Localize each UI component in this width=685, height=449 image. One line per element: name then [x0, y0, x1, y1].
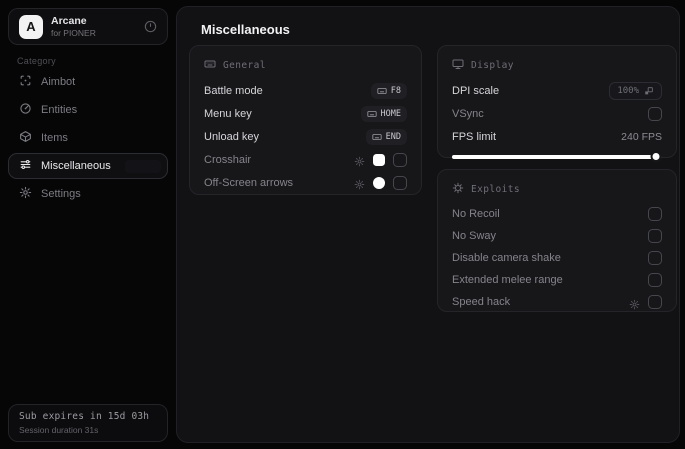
vsync-checkbox[interactable] [648, 106, 662, 121]
keyboard-icon [204, 58, 216, 73]
setting-label: Disable camera shake [452, 252, 561, 264]
panel-title: General [223, 59, 266, 71]
sidebar-item-aimbot[interactable]: Aimbot [8, 69, 168, 95]
sidebar-item-label: Miscellaneous [41, 160, 111, 172]
sidebar-nav: Aimbot Entities Items Miscellaneous Sett… [8, 69, 168, 209]
speed-hack-checkbox[interactable] [648, 295, 662, 309]
sidebar-item-label: Items [41, 132, 68, 144]
extended-melee-range-checkbox[interactable] [648, 273, 662, 287]
setting-row-unload-key: Unload key END [204, 125, 407, 148]
page-title: Miscellaneous [201, 22, 290, 37]
keybind-button[interactable]: HOME [360, 105, 407, 122]
keybind-button[interactable]: END [365, 128, 407, 145]
no-recoil-checkbox[interactable] [648, 207, 662, 221]
sidebar-item-label: Entities [41, 104, 78, 116]
setting-label: Extended melee range [452, 274, 563, 286]
gear-icon[interactable] [354, 177, 365, 190]
bug-icon [452, 182, 464, 197]
sidebar: A Arcane for PIONER Category Aimbot Enti… [0, 0, 176, 449]
setting-label: Speed hack [452, 296, 511, 308]
color-swatch[interactable] [373, 176, 385, 189]
setting-row-crosshair: Crosshair [204, 148, 407, 171]
keybind-value: F8 [390, 85, 401, 96]
setting-row-dpi-scale: DPI scale 100% [452, 79, 662, 102]
sidebar-item-label: Aimbot [41, 76, 76, 88]
power-icon[interactable] [144, 20, 157, 33]
setting-row-no-recoil: No Recoil [452, 203, 662, 225]
fps-limit-slider[interactable] [452, 153, 662, 160]
sidebar-item-items[interactable]: Items [8, 125, 168, 151]
gear-icon [19, 186, 32, 202]
keyboard-icon [372, 133, 382, 140]
session-duration-text: Session duration 31s [19, 425, 99, 435]
setting-row-no-sway: No Sway [452, 225, 662, 247]
sidebar-item-entities[interactable]: Entities [8, 97, 168, 123]
disable-camera-shake-checkbox[interactable] [648, 251, 662, 265]
setting-label: No Sway [452, 230, 497, 242]
panel-display: Display DPI scale 100% VSync FPS limit 2… [437, 45, 677, 160]
gear-icon[interactable] [354, 154, 365, 167]
panel-exploits: Exploits No Recoil No Sway Disable camer… [437, 169, 677, 312]
dpi-scale-value: 100% [617, 85, 639, 96]
no-sway-checkbox[interactable] [648, 229, 662, 243]
panel-title: Display [471, 59, 514, 71]
box-icon [19, 130, 32, 146]
setting-row-extended-melee-range: Extended melee range [452, 269, 662, 291]
sidebar-item-miscellaneous[interactable]: Miscellaneous [8, 153, 168, 179]
crosshair-checkbox[interactable] [393, 152, 407, 167]
keybind-button[interactable]: F8 [370, 82, 407, 99]
panel-display-header: Display [452, 57, 662, 73]
radar-icon [19, 102, 32, 118]
setting-row-battle-mode: Battle mode F8 [204, 79, 407, 102]
panel-general-header: General [204, 57, 407, 73]
setting-label: Unload key [204, 130, 260, 143]
setting-row-fps-limit: FPS limit 240 FPS [452, 125, 662, 148]
fps-limit-value: 240 FPS [621, 130, 662, 143]
fps-slider-fill [452, 155, 656, 159]
app-window: A Arcane for PIONER Category Aimbot Enti… [0, 0, 685, 449]
setting-label: DPI scale [452, 84, 500, 97]
keybind-value: END [385, 131, 401, 142]
setting-label: Crosshair [204, 153, 252, 166]
faded-hint-badge [125, 160, 161, 173]
setting-label: Off-Screen arrows [204, 176, 294, 189]
setting-label: Menu key [204, 107, 252, 120]
sliders-icon [19, 158, 32, 174]
panel-exploits-header: Exploits [452, 181, 662, 197]
crosshair-icon [19, 74, 32, 90]
sidebar-item-label: Settings [41, 188, 81, 200]
app-title-block: Arcane for PIONER [51, 15, 96, 38]
app-logo: A [19, 14, 43, 39]
gear-icon[interactable] [629, 297, 640, 309]
panel-general: General Battle mode F8 Menu key HOME Unl… [189, 45, 422, 195]
sub-expiry-text: Sub expires in 15d 03h [19, 411, 150, 422]
monitor-icon [452, 58, 464, 73]
app-title: Arcane [51, 15, 87, 27]
keyboard-icon [366, 110, 377, 117]
setting-row-vsync: VSync [452, 102, 662, 125]
setting-label: VSync [452, 107, 484, 120]
panel-title: Exploits [471, 183, 520, 195]
logo-card: A Arcane for PIONER [8, 8, 168, 45]
category-label: Category [17, 56, 56, 66]
setting-row-disable-camera-shake: Disable camera shake [452, 247, 662, 269]
setting-row-speed-hack: Speed hack [452, 291, 662, 313]
scale-icon [645, 86, 653, 94]
setting-label: No Recoil [452, 208, 500, 220]
sidebar-item-settings[interactable]: Settings [8, 181, 168, 207]
dpi-scale-select[interactable]: 100% [609, 81, 662, 100]
setting-row-menu-key: Menu key HOME [204, 102, 407, 125]
offscreen-arrows-checkbox[interactable] [393, 175, 407, 190]
main-content: Miscellaneous General Battle mode F8 Men… [176, 6, 680, 443]
color-swatch[interactable] [373, 153, 385, 166]
keybind-value: HOME [380, 108, 401, 119]
subscription-card: Sub expires in 15d 03h Session duration … [8, 404, 168, 442]
keyboard-icon [377, 87, 387, 94]
app-subtitle: for PIONER [51, 28, 96, 38]
setting-label: Battle mode [204, 84, 263, 97]
fps-slider-knob[interactable] [652, 153, 660, 160]
setting-label: FPS limit [452, 130, 496, 143]
setting-row-offscreen-arrows: Off-Screen arrows [204, 171, 407, 194]
